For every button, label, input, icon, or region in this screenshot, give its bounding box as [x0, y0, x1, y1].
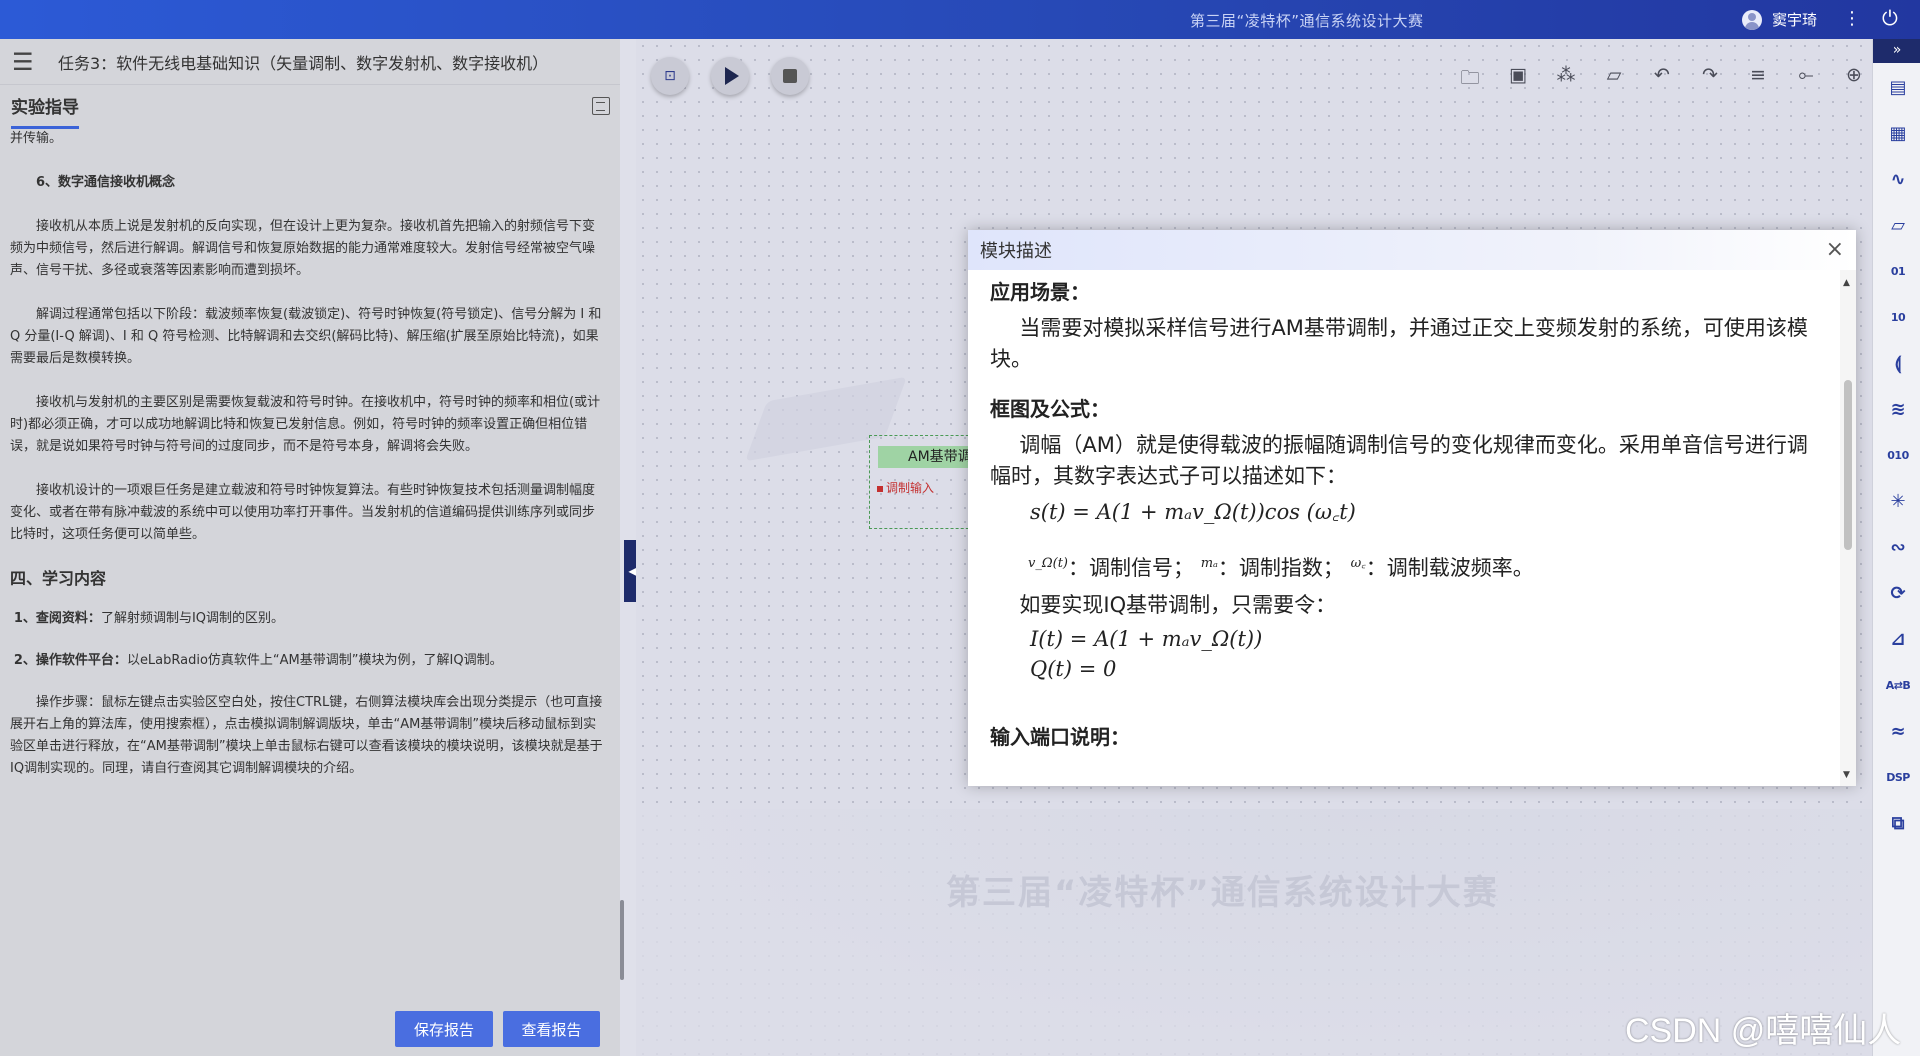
- noise-icon[interactable]: ≋: [1885, 397, 1911, 423]
- variable-symbol: mₐ: [1200, 556, 1218, 571]
- digital-signal-icon[interactable]: 01: [1885, 259, 1911, 285]
- dialog-scrollbar[interactable]: ▲ ▼: [1840, 270, 1856, 786]
- scroll-thumb[interactable]: [1844, 380, 1852, 550]
- paragraph: 调幅（AM）就是使得载波的振幅随调制信号的变化规律而变化。采用单音信号进行调幅时…: [990, 433, 1808, 488]
- fit-view-icon: ⊡: [664, 68, 676, 84]
- dialog-header: 模块描述: [968, 230, 1856, 270]
- play-icon: [725, 67, 739, 85]
- user-avatar-icon: [1742, 9, 1762, 30]
- run-button[interactable]: [711, 57, 749, 95]
- paragraph: 接收机与发射机的主要区别是需要恢复载波和符号时钟。在接收机中，符号时钟的频率和相…: [10, 395, 601, 454]
- scroll-down-icon[interactable]: ▼: [1843, 770, 1850, 780]
- list-item: 2、操作软件平台：以eLabRadio仿真软件上“AM基带调制”模块为例，了解I…: [10, 650, 604, 672]
- formula-q: Q(t) = 0: [1030, 657, 1117, 681]
- new-file-icon[interactable]: 🗀: [1458, 64, 1482, 96]
- zoom-in-icon[interactable]: ⊕: [1842, 64, 1866, 86]
- convert-icon[interactable]: A⇄B: [1885, 673, 1911, 699]
- source-module-icon[interactable]: ▤: [1885, 75, 1911, 101]
- modulation-icon[interactable]: 010: [1885, 443, 1911, 469]
- canvas-toolbar: ⊡ 🗀 ▣ ⁂ ▱ ↶ ↷ ≡ ⟜ ⊕: [636, 39, 1872, 113]
- variable-text: ：调制指数；: [1217, 556, 1344, 580]
- paragraph: 接收机设计的一项艰巨任务是建立载波和符号时钟恢复算法。有些时钟恢复技术包括测量调…: [10, 483, 596, 542]
- app-title: 第三届“凌特杯”通信系统设计大赛: [1190, 12, 1424, 30]
- split-icon[interactable]: ⟜: [1794, 64, 1818, 86]
- report-icon[interactable]: [592, 97, 610, 115]
- scrollbar[interactable]: [620, 900, 624, 980]
- menu-icon[interactable]: ☰: [12, 48, 42, 76]
- save-report-button[interactable]: 保存报告: [395, 1011, 493, 1047]
- dialog-title: 模块描述: [980, 241, 1052, 262]
- dsp-icon[interactable]: DSP: [1885, 765, 1911, 791]
- constellation-icon[interactable]: ✳: [1885, 489, 1911, 515]
- paragraph: 并传输。: [10, 131, 63, 146]
- item-label: 1、查阅资料：: [13, 611, 101, 626]
- csdn-watermark: CSDN @嘻嘻仙人: [1625, 1012, 1902, 1050]
- user-menu[interactable]: 窦宇琦: [1742, 9, 1817, 30]
- stop-icon: [783, 69, 797, 83]
- folder-icon[interactable]: ▱: [1885, 213, 1911, 239]
- close-icon[interactable]: ×: [1826, 237, 1844, 262]
- open-folder-icon[interactable]: ▱: [1602, 64, 1626, 86]
- subheading: 6、数字通信接收机概念: [36, 175, 176, 190]
- module-input-port[interactable]: 调制输入: [877, 479, 934, 496]
- task-header: ☰ 任务3：软件无线电基础知识（矢量调制、数字发射机、数字接收机）: [0, 39, 620, 85]
- save-icon[interactable]: ▣: [1506, 64, 1530, 86]
- chevron-double-right-icon: »: [1892, 42, 1902, 58]
- paragraph: 当需要对模拟采样信号进行AM基带调制，并通过正交上变频发射的系统，可使用该模块。: [990, 316, 1808, 371]
- paragraph: 操作步骤：鼠标左键点击实验区空白处，按住CTRL键，右侧算法模块库会出现分类提示…: [10, 695, 603, 776]
- spectrum-icon[interactable]: ⊿: [1885, 627, 1911, 653]
- fit-view-button[interactable]: ⊡: [651, 57, 689, 95]
- tab-bar: 实验指导: [0, 85, 620, 129]
- variable-text: ：调制信号；: [1068, 556, 1194, 580]
- paragraph: 如要实现IQ基带调制，只需要令：: [1019, 593, 1337, 617]
- formula-am: s(t) = A(1 + mₐv_Ω(t))cos (ω꜀t): [1030, 500, 1356, 524]
- item-text: 了解射频调制与IQ调制的区别。: [100, 611, 285, 626]
- module-library-sidebar: » ▤ ▦ ∿ ▱ 01 10 ⟬ ≋ 010 ✳ ∾ ⟳ ⊿ A⇄B ≈ DS…: [1872, 39, 1920, 1056]
- paragraph: 接收机从本质上说是发射机的反向实现，但在设计上更为复杂。接收机首先把输入的射频信…: [10, 219, 596, 278]
- variable-definitions: v_Ω(t)：调制信号； mₐ：调制指数； ω꜀：调制载波频率。: [1028, 552, 1820, 582]
- code-icon[interactable]: ⧉: [1885, 811, 1911, 837]
- display-module-icon[interactable]: ▦: [1885, 121, 1911, 147]
- stop-button[interactable]: [771, 57, 809, 95]
- redo-icon[interactable]: ↷: [1698, 64, 1722, 86]
- task-title: 任务3：软件无线电基础知识（矢量调制、数字发射机、数字接收机）: [58, 53, 549, 73]
- section-heading: 四、学习内容: [10, 569, 107, 588]
- paragraph: 解调过程通常包括以下阶段：载波频率恢复(载波锁定)、符号时钟恢复(符号锁定)、信…: [10, 307, 602, 366]
- heading-input-ports: 输入端口说明：: [990, 725, 1130, 749]
- share-icon[interactable]: ⁂: [1554, 64, 1578, 86]
- list-item: 1、查阅资料：了解射频调制与IQ调制的区别。: [10, 608, 604, 630]
- view-report-button[interactable]: 查看报告: [503, 1011, 600, 1047]
- variable-text: ：调制载波频率。: [1365, 556, 1534, 580]
- variable-symbol: v_Ω(t): [1028, 556, 1068, 571]
- guide-content: 并传输。 6、数字通信接收机概念 接收机从本质上说是发射机的反向实现，但在设计上…: [0, 128, 614, 948]
- filter-icon[interactable]: ⟬: [1885, 351, 1911, 377]
- user-name: 窦宇琦: [1772, 11, 1818, 29]
- canvas-watermark: 第三届“凌特杯”通信系统设计大赛: [946, 873, 1499, 913]
- item-text: 以eLabRadio仿真软件上“AM基带调制”模块为例，了解IQ调制。: [126, 653, 503, 668]
- am-baseband-module[interactable]: AM基带调制 调制输入: [869, 435, 979, 529]
- heading-application: 应用场景：: [990, 280, 1090, 304]
- undo-icon[interactable]: ↶: [1650, 64, 1674, 86]
- align-icon[interactable]: ≡: [1746, 64, 1770, 86]
- formula-i: I(t) = A(1 + mₐv_Ω(t)): [1030, 627, 1263, 651]
- signal-icon[interactable]: ≈: [1885, 719, 1911, 745]
- instruction-panel: ☰ 任务3：软件无线电基础知识（矢量调制、数字发射机、数字接收机） 实验指导 并…: [0, 39, 620, 1056]
- scroll-up-icon[interactable]: ▲: [1843, 278, 1850, 288]
- heading-diagram: 框图及公式：: [990, 397, 1110, 421]
- analog-modulation-icon[interactable]: ∾: [1885, 535, 1911, 561]
- sync-icon[interactable]: ⟳: [1885, 581, 1911, 607]
- power-icon[interactable]: ⏻: [1882, 6, 1898, 30]
- report-footer: 保存报告 查看报告: [0, 999, 620, 1056]
- top-bar: 第三届“凌特杯”通信系统设计大赛 窦宇琦 ⋮ ⏻: [0, 0, 1920, 39]
- expand-sidebar-button[interactable]: »: [1873, 39, 1920, 63]
- waveform-icon[interactable]: ∿: [1885, 167, 1911, 193]
- more-vertical-icon[interactable]: ⋮: [1843, 8, 1861, 29]
- item-label: 2、操作软件平台：: [13, 653, 127, 668]
- tab-experiment-guide[interactable]: 实验指导: [11, 93, 79, 129]
- dialog-body: 应用场景： 当需要对模拟采样信号进行AM基带调制，并通过正交上变频发射的系统，可…: [968, 270, 1840, 786]
- module-title: AM基带调制: [878, 446, 978, 468]
- module-description-dialog: 模块描述 × 应用场景： 当需要对模拟采样信号进行AM基带调制，并通过正交上变频…: [968, 230, 1856, 786]
- variable-symbol: ω꜀: [1350, 556, 1366, 571]
- binary-icon[interactable]: 10: [1885, 305, 1911, 331]
